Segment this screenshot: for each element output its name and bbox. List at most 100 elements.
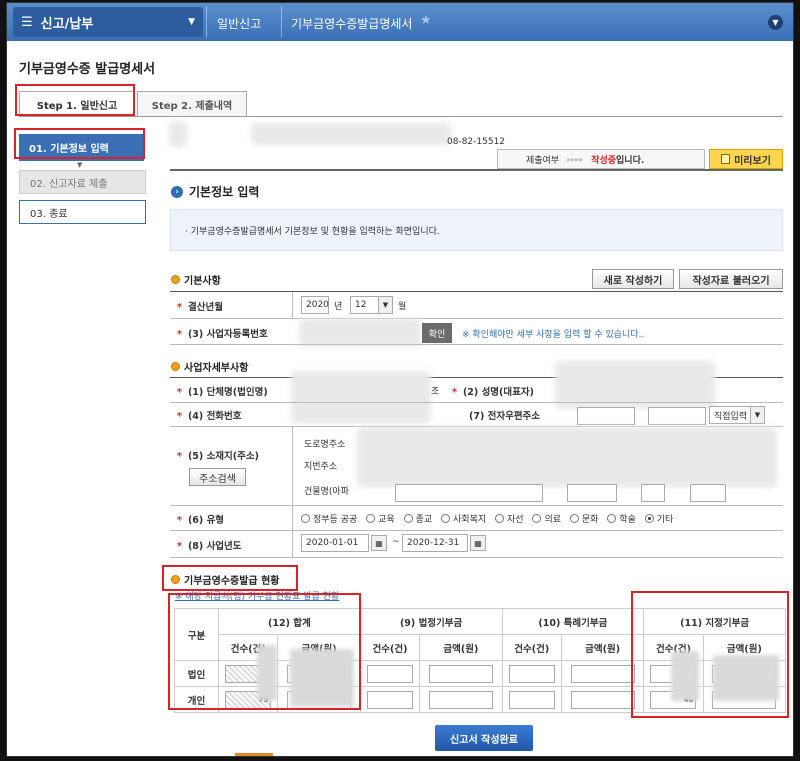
- cell: [359, 686, 421, 713]
- arrow-right-icon: ›: [171, 185, 183, 198]
- amount-input[interactable]: [428, 690, 493, 709]
- group-special: (10) 특례기부금: [501, 608, 645, 635]
- orange-bullet-icon: [171, 275, 180, 284]
- type-radio-charity[interactable]: 자선: [495, 512, 524, 525]
- type-radio-academic[interactable]: 학술: [607, 512, 636, 525]
- address-label: * (5) 소재지(주소): [177, 451, 259, 462]
- year-unit: 년: [334, 302, 343, 312]
- radio-circle: [301, 514, 310, 523]
- count-input[interactable]: [366, 690, 413, 709]
- menu-dropdown[interactable]: ☰ 신고/납부 ▼: [13, 7, 203, 37]
- building-extra-input[interactable]: [690, 484, 726, 502]
- breadcrumb-current-page[interactable]: 기부금영수증발급명세서: [291, 15, 412, 32]
- calendar-icon[interactable]: ▦: [470, 535, 486, 551]
- period-tilde: ~: [392, 537, 400, 547]
- divider: [170, 530, 783, 531]
- phone-label-text: (4) 전화번호: [187, 411, 242, 422]
- building-name-input[interactable]: [395, 484, 543, 502]
- sidebar-item-finish[interactable]: 03. 종료: [19, 200, 146, 224]
- type-radio-other[interactable]: 기타: [644, 512, 673, 525]
- divider: [170, 318, 783, 319]
- detail-section-heading: 사업자세부사항: [171, 359, 248, 374]
- tab-step2[interactable]: Step 2. 제출내역: [137, 91, 247, 117]
- top-navigation-bar: ☰ 신고/납부 ▼ 일반신고 기부금영수증발급명세서 ★ ▼: [7, 3, 793, 41]
- building-ho-input[interactable]: [641, 484, 665, 502]
- radio-circle: [441, 514, 451, 523]
- section-title: 기본정보 입력: [189, 185, 260, 199]
- type-radio-medical[interactable]: 의료: [532, 512, 561, 525]
- org-button-fragment[interactable]: 조: [431, 384, 439, 397]
- amount-input[interactable]: [570, 690, 635, 709]
- count-input[interactable]: [366, 664, 413, 683]
- bizno-label-text: (3) 사업자등록번호: [187, 329, 268, 340]
- period-label: * (8) 사업년도: [177, 541, 242, 552]
- new-write-button[interactable]: 새로 작성하기: [592, 269, 674, 289]
- rep-label: * (2) 성명(대표자): [452, 387, 534, 398]
- menu-label: 신고/납부: [40, 16, 94, 32]
- submission-status: 제출여부 ▸▸▸▸ 작성중입니다.: [497, 149, 705, 169]
- cell: [419, 660, 503, 687]
- divider: [281, 6, 282, 38]
- status-value: 작성중: [591, 155, 617, 166]
- radio-circle: [532, 514, 542, 523]
- email-id-input[interactable]: [577, 407, 635, 425]
- building-name-label: 건물명(아파: [304, 487, 349, 497]
- detail-title: 사업자세부사항: [184, 363, 249, 374]
- radio-circle: [607, 514, 617, 523]
- period-from-input[interactable]: 2020-01-01: [301, 534, 369, 552]
- email-label-text: (7) 전자우편주소: [469, 411, 541, 422]
- road-address-label: 도로명주소: [304, 440, 346, 450]
- load-draft-button[interactable]: 작성자료 불러오기: [679, 269, 783, 289]
- period-to-input[interactable]: 2020-12-31: [402, 534, 468, 552]
- type-radio-culture[interactable]: 문화: [569, 512, 598, 525]
- type-radio-welfare[interactable]: 사회복지: [441, 512, 486, 525]
- chevron-down-icon[interactable]: ▼: [768, 15, 783, 30]
- lot-address-label: 지번주소: [304, 462, 338, 472]
- submit-report-button[interactable]: 신고서 작성완료: [435, 725, 533, 751]
- divider: [170, 505, 783, 506]
- redacted-area: [291, 371, 431, 423]
- year-month-label: * 결산년월: [177, 302, 223, 313]
- email-domain-input[interactable]: [648, 407, 706, 425]
- chevron-down-icon: ▼: [378, 297, 392, 313]
- hamburger-icon: ☰: [21, 14, 33, 30]
- calendar-icon[interactable]: ▦: [371, 535, 387, 551]
- period-label-text: (8) 사업년도: [187, 541, 242, 552]
- sidebar-item-submit-data[interactable]: 02. 신고자료 제출: [19, 170, 146, 194]
- divider: [292, 292, 293, 318]
- breadcrumb-general-report[interactable]: 일반신고: [217, 15, 261, 32]
- registration-number-suffix: 08-82-15512: [447, 137, 506, 147]
- page-title: 기부금영수증 발급명세서: [19, 62, 156, 77]
- type-radio-public[interactable]: 정부등 공공: [301, 512, 357, 525]
- info-box: · 기부금영수증발급명세서 기본정보 및 현황을 입력하는 화면입니다.: [170, 209, 783, 251]
- radio-circle: [366, 514, 376, 523]
- month-unit: 월: [398, 302, 407, 312]
- type-option-label: 의료: [544, 515, 562, 525]
- dropdown-triangle-icon: ▼: [188, 17, 195, 27]
- amount-input[interactable]: [570, 664, 635, 683]
- org-label: * (1) 단체명(법인명): [177, 387, 268, 398]
- redacted-area: [357, 427, 777, 487]
- type-option-label: 교육: [378, 515, 395, 525]
- type-radio-religion[interactable]: 종교: [403, 512, 432, 525]
- amount-input[interactable]: [428, 664, 493, 683]
- highlight-box: [162, 565, 298, 591]
- arrows-icon: ▸▸▸▸: [567, 154, 584, 164]
- cell: [501, 660, 562, 687]
- cell: [501, 686, 562, 713]
- col-amount: 금액(원): [419, 634, 503, 661]
- email-domain-select[interactable]: 직접입력 ▼: [709, 406, 765, 424]
- period-from-value: 2020-01-01: [306, 538, 359, 548]
- redacted-area: [169, 121, 187, 147]
- count-input[interactable]: [508, 664, 555, 683]
- confirm-button[interactable]: 확인: [422, 323, 452, 343]
- star-icon[interactable]: ★: [420, 13, 432, 28]
- address-search-button[interactable]: 주소검색: [189, 468, 246, 486]
- preview-button[interactable]: 미리보기: [709, 149, 783, 169]
- redacted-area: [251, 123, 451, 145]
- type-radio-education[interactable]: 교육: [366, 512, 395, 525]
- building-dong-input[interactable]: [567, 484, 617, 502]
- month-select[interactable]: 12 ▼: [350, 296, 393, 314]
- year-select[interactable]: 2020: [301, 296, 329, 314]
- count-input[interactable]: [508, 690, 555, 709]
